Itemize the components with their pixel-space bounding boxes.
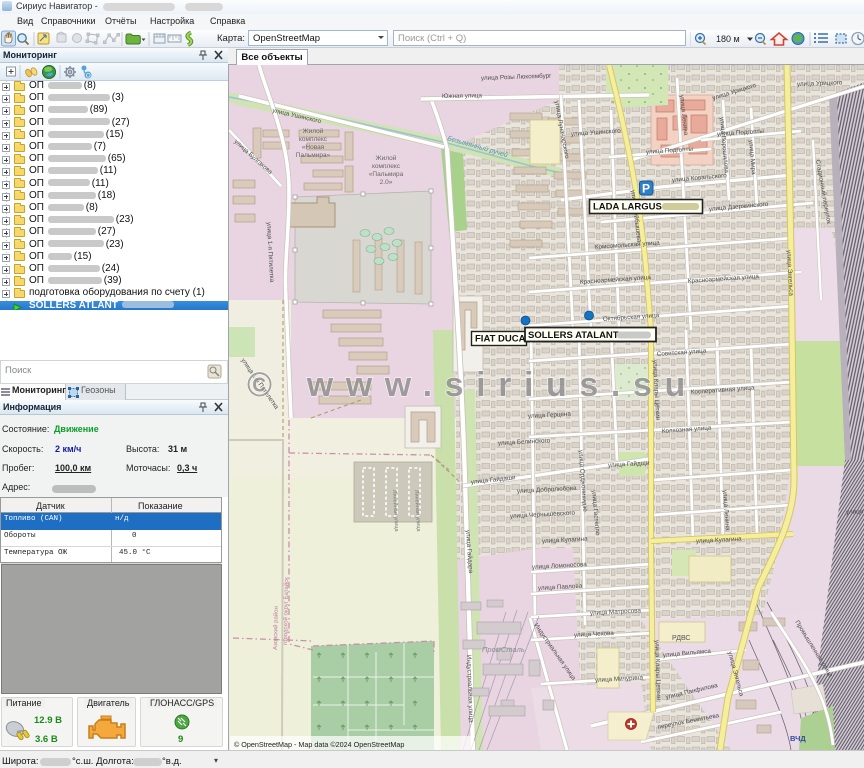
svg-text:FIAT DUCAT: FIAT DUCAT — [475, 334, 531, 345]
svg-text:комплекс: комплекс — [372, 163, 401, 170]
svg-text:РДВС: РДВС — [672, 635, 690, 642]
svg-text:городской округ Батайск: городской округ Батайск — [282, 577, 290, 645]
svg-text:Жилой: Жилой — [376, 154, 397, 162]
svg-text:Пальмира»: Пальмира» — [296, 152, 331, 159]
svg-text:«Пальмира: «Пальмира — [369, 171, 404, 178]
svg-text:«Новая: «Новая — [302, 144, 325, 151]
svg-text:LADA LARGUS: LADA LARGUS — [593, 202, 662, 213]
svg-text:ВЧД: ВЧД — [790, 734, 806, 743]
svg-text:© www.sirius.su: © www.sirius.su — [247, 366, 698, 404]
svg-text:O: O — [86, 74, 91, 80]
svg-text:комплекс: комплекс — [299, 136, 328, 143]
svg-text:2.0»: 2.0» — [380, 179, 393, 186]
svg-text:Жилой: Жилой — [303, 127, 324, 135]
svg-text:© OpenStreetMap - Map data ©20: © OpenStreetMap - Map data ©2024 OpenStr… — [234, 740, 404, 749]
svg-text:Южная улица: Южная улица — [442, 92, 483, 100]
svg-text:Азовский район: Азовский район — [272, 606, 280, 650]
svg-text:180 м: 180 м — [716, 34, 740, 44]
svg-text:ПромСталь: ПромСталь — [482, 645, 525, 654]
svg-text:P: P — [642, 182, 650, 196]
svg-text:SOLLERS ATALANT: SOLLERS ATALANT — [528, 330, 619, 341]
